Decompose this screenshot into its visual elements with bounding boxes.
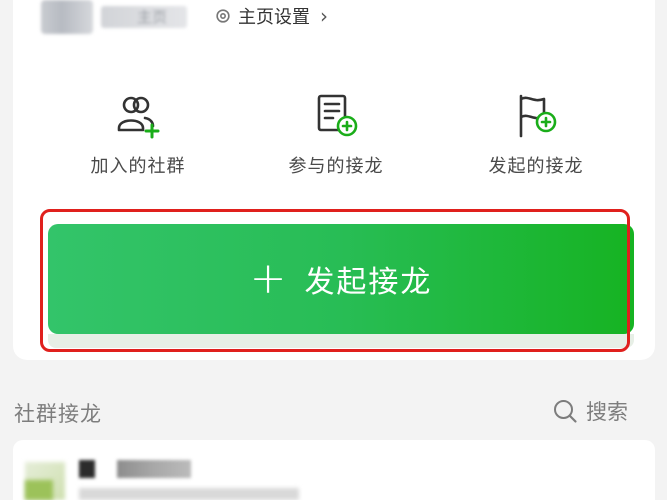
avatar[interactable]: [41, 0, 93, 34]
blurred-title-part: [79, 460, 95, 478]
profile-name-fragment: 主页: [137, 8, 168, 26]
started-flag-icon: [519, 94, 557, 138]
profile-header: 主页 主页设置 ›: [13, 0, 655, 40]
section-title: 社群接龙: [14, 402, 102, 426]
participated-list-icon: [317, 94, 358, 137]
settings-label: 主页设置: [238, 7, 310, 28]
highlight-frame: [40, 209, 630, 352]
blurred-thumbnail-accent: [25, 480, 53, 500]
joined-groups-label: 加入的社群: [90, 156, 186, 177]
search-button[interactable]: 搜索: [552, 396, 628, 426]
joined-groups-button[interactable]: 加入的社群: [58, 92, 218, 192]
settings-icon: [216, 9, 230, 23]
participated-lists-label: 参与的接龙: [288, 156, 384, 177]
search-icon: [554, 400, 577, 423]
participated-lists-button[interactable]: 参与的接龙: [256, 92, 416, 192]
chevron-right-icon: ›: [320, 4, 328, 28]
list-item[interactable]: [13, 440, 655, 500]
homepage-settings-link[interactable]: 主页设置 ›: [214, 2, 328, 30]
blurred-title: [117, 460, 191, 478]
joined-group-icon: [117, 96, 160, 139]
started-lists-button[interactable]: 发起的接龙: [456, 92, 616, 192]
blurred-profile-name: 主页: [101, 6, 187, 28]
search-label: 搜索: [586, 400, 628, 424]
started-lists-label: 发起的接龙: [488, 156, 584, 177]
blurred-subtitle: [79, 488, 299, 500]
